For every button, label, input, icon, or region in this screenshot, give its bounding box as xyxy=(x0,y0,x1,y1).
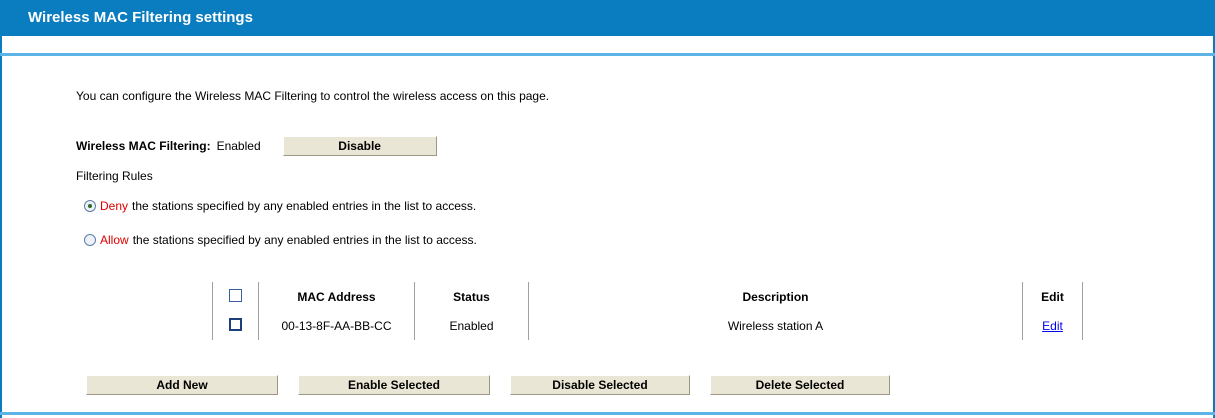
disable-filter-button[interactable]: Disable xyxy=(282,136,437,156)
allow-rule-option[interactable]: Allow the stations specified by any enab… xyxy=(84,233,477,247)
enable-selected-button[interactable]: Enable Selected xyxy=(298,375,490,395)
description-header: Description xyxy=(528,282,1023,311)
deny-text: the stations specified by any enabled en… xyxy=(132,199,477,213)
row-mac: 00-13-8F-AA-BB-CC xyxy=(258,311,415,340)
delete-selected-button[interactable]: Delete Selected xyxy=(710,375,890,395)
allow-radio[interactable] xyxy=(84,234,96,246)
filter-state: Enabled xyxy=(216,139,261,153)
divider xyxy=(0,53,1215,56)
page-title: Wireless MAC Filtering settings xyxy=(28,9,253,26)
filter-label: Wireless MAC Filtering: xyxy=(76,139,211,153)
disable-selected-button[interactable]: Disable Selected xyxy=(510,375,690,395)
deny-rule-option[interactable]: Deny the stations specified by any enabl… xyxy=(84,199,476,213)
footer-divider xyxy=(0,412,1215,415)
row-select-cell xyxy=(212,311,259,340)
action-buttons: Add New Enable Selected Disable Selected… xyxy=(86,375,910,395)
allow-keyword: Allow xyxy=(100,233,129,247)
select-all-cell xyxy=(212,282,259,311)
row-checkbox[interactable] xyxy=(229,317,242,331)
edit-header: Edit xyxy=(1022,282,1083,311)
mac-header: MAC Address xyxy=(258,282,415,311)
mac-filter-table: MAC Address Status Description Edit 00-1… xyxy=(212,282,1083,340)
deny-keyword: Deny xyxy=(100,199,129,213)
filter-status-row: Wireless MAC Filtering: Enabled Disable xyxy=(76,136,437,156)
row-edit-cell: Edit xyxy=(1022,311,1083,340)
edit-link[interactable]: Edit xyxy=(1042,319,1063,333)
row-status: Enabled xyxy=(414,311,529,340)
select-all-checkbox[interactable] xyxy=(229,288,242,302)
status-header: Status xyxy=(414,282,529,311)
filtering-rules-label: Filtering Rules xyxy=(76,169,153,183)
allow-text: the stations specified by any enabled en… xyxy=(132,233,477,247)
table-row: 00-13-8F-AA-BB-CC Enabled Wireless stati… xyxy=(212,311,1083,340)
row-description: Wireless station A xyxy=(528,311,1023,340)
add-new-button[interactable]: Add New xyxy=(86,375,278,395)
table-header-row: MAC Address Status Description Edit xyxy=(212,282,1083,311)
deny-radio[interactable] xyxy=(84,200,96,212)
intro-text: You can configure the Wireless MAC Filte… xyxy=(76,89,550,103)
header-bar: Wireless MAC Filtering settings xyxy=(0,0,1215,36)
